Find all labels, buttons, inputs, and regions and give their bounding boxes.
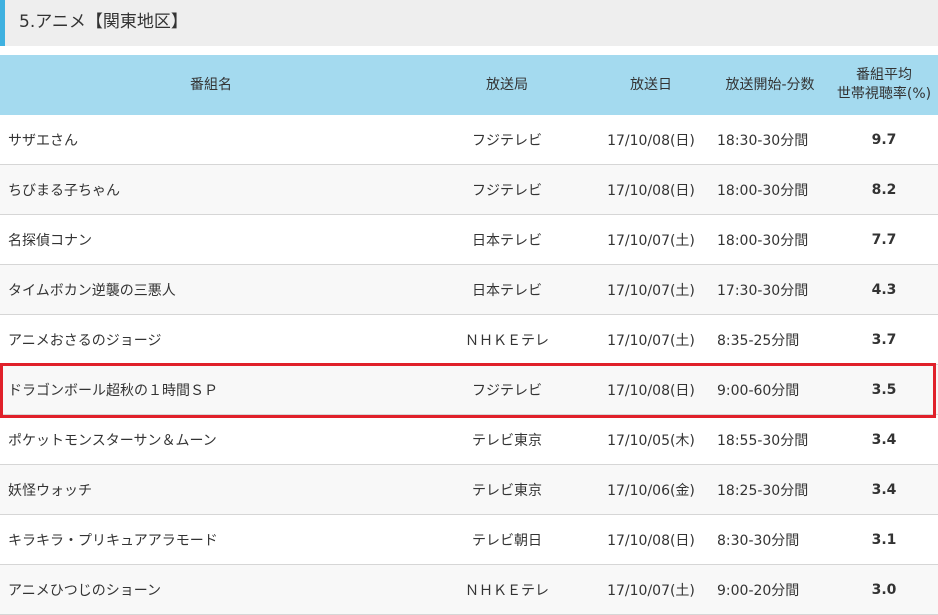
rating-cell: 3.0 <box>830 564 938 615</box>
program-name-cell: ドラゴンボール超秋の１時間ＳＰ <box>0 364 422 415</box>
table-row-highlighted: ドラゴンボール超秋の１時間ＳＰ フジテレビ 17/10/08(日) 9:00-6… <box>0 364 938 415</box>
table-row: アニメひつじのショーン ＮＨＫＥテレ 17/10/07(土) 9:00-20分間… <box>0 564 938 615</box>
time-cell: 17:30-30分間 <box>710 264 830 315</box>
date-cell: 17/10/07(土) <box>592 564 710 615</box>
table-row: キラキラ・プリキュアアラモード テレビ朝日 17/10/08(日) 8:30-3… <box>0 514 938 565</box>
program-name-cell: キラキラ・プリキュアアラモード <box>0 514 422 565</box>
time-cell: 8:30-30分間 <box>710 514 830 565</box>
time-cell: 9:00-60分間 <box>710 364 830 415</box>
time-cell: 18:00-30分間 <box>710 214 830 265</box>
station-cell: テレビ朝日 <box>422 514 592 565</box>
table-row: タイムボカン逆襲の三悪人 日本テレビ 17/10/07(土) 17:30-30分… <box>0 264 938 315</box>
station-cell: フジテレビ <box>422 164 592 215</box>
date-cell: 17/10/07(土) <box>592 314 710 365</box>
program-name-cell: アニメおさるのジョージ <box>0 314 422 365</box>
program-name-cell: 名探偵コナン <box>0 214 422 265</box>
table-row: ポケットモンスターサン＆ムーン テレビ東京 17/10/05(木) 18:55-… <box>0 414 938 465</box>
section-accent-bar <box>0 0 5 46</box>
header-program-name: 番組名 <box>0 55 422 115</box>
station-cell: 日本テレビ <box>422 214 592 265</box>
section-header: 5.アニメ【関東地区】 <box>0 0 938 46</box>
station-cell: フジテレビ <box>422 364 592 415</box>
date-cell: 17/10/08(日) <box>592 164 710 215</box>
program-name-cell: ちびまる子ちゃん <box>0 164 422 215</box>
date-cell: 17/10/07(土) <box>592 214 710 265</box>
program-name-cell: 妖怪ウォッチ <box>0 464 422 515</box>
header-start-duration: 放送開始-分数 <box>710 55 830 115</box>
station-cell: テレビ東京 <box>422 464 592 515</box>
program-name-cell: ポケットモンスターサン＆ムーン <box>0 414 422 465</box>
date-cell: 17/10/08(日) <box>592 364 710 415</box>
time-cell: 18:55-30分間 <box>710 414 830 465</box>
header-rating-line1: 番組平均 <box>856 67 912 83</box>
date-cell: 17/10/05(木) <box>592 414 710 465</box>
date-cell: 17/10/07(土) <box>592 264 710 315</box>
date-cell: 17/10/08(日) <box>592 514 710 565</box>
table-row: 名探偵コナン 日本テレビ 17/10/07(土) 18:00-30分間 7.7 <box>0 214 938 265</box>
time-cell: 18:30-30分間 <box>710 115 830 165</box>
time-cell: 18:00-30分間 <box>710 164 830 215</box>
table-row: 妖怪ウォッチ テレビ東京 17/10/06(金) 18:25-30分間 3.4 <box>0 464 938 515</box>
program-name-cell: アニメひつじのショーン <box>0 564 422 615</box>
header-date: 放送日 <box>592 55 710 115</box>
program-name-cell: タイムボカン逆襲の三悪人 <box>0 264 422 315</box>
rating-cell: 3.4 <box>830 464 938 515</box>
rating-cell: 3.5 <box>830 364 938 415</box>
date-cell: 17/10/06(金) <box>592 464 710 515</box>
ratings-table: 番組名 放送局 放送日 放送開始-分数 番組平均 世帯視聴率(%) サザエさん … <box>0 55 938 615</box>
rating-cell: 8.2 <box>830 164 938 215</box>
header-station: 放送局 <box>422 55 592 115</box>
station-cell: テレビ東京 <box>422 414 592 465</box>
station-cell: フジテレビ <box>422 115 592 165</box>
rating-cell: 4.3 <box>830 264 938 315</box>
station-cell: ＮＨＫＥテレ <box>422 314 592 365</box>
table-row: サザエさん フジテレビ 17/10/08(日) 18:30-30分間 9.7 <box>0 115 938 165</box>
time-cell: 18:25-30分間 <box>710 464 830 515</box>
time-cell: 8:35-25分間 <box>710 314 830 365</box>
program-name-cell: サザエさん <box>0 115 422 165</box>
rating-cell: 7.7 <box>830 214 938 265</box>
time-cell: 9:00-20分間 <box>710 564 830 615</box>
table-row: アニメおさるのジョージ ＮＨＫＥテレ 17/10/07(土) 8:35-25分間… <box>0 314 938 365</box>
rating-cell: 3.4 <box>830 414 938 465</box>
rating-cell: 3.7 <box>830 314 938 365</box>
rating-cell: 9.7 <box>830 115 938 165</box>
table-row: ちびまる子ちゃん フジテレビ 17/10/08(日) 18:00-30分間 8.… <box>0 164 938 215</box>
station-cell: ＮＨＫＥテレ <box>422 564 592 615</box>
header-rating: 番組平均 世帯視聴率(%) <box>830 55 938 115</box>
rating-cell: 3.1 <box>830 514 938 565</box>
section-title: 5.アニメ【関東地区】 <box>19 12 188 32</box>
station-cell: 日本テレビ <box>422 264 592 315</box>
table-header-row: 番組名 放送局 放送日 放送開始-分数 番組平均 世帯視聴率(%) <box>0 55 938 115</box>
header-rating-line2: 世帯視聴率(%) <box>836 86 932 102</box>
date-cell: 17/10/08(日) <box>592 115 710 165</box>
